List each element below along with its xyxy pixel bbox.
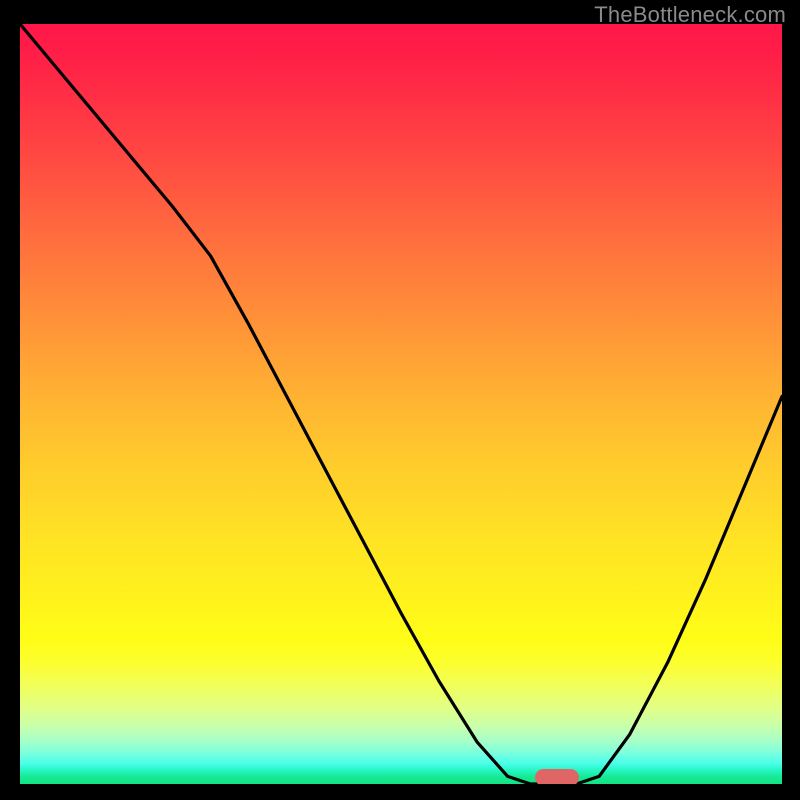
watermark-text: TheBottleneck.com (594, 2, 786, 28)
bottleneck-curve (20, 24, 782, 784)
chart-frame: TheBottleneck.com (0, 0, 800, 800)
plot-area (20, 24, 782, 784)
optimal-marker (535, 769, 579, 784)
